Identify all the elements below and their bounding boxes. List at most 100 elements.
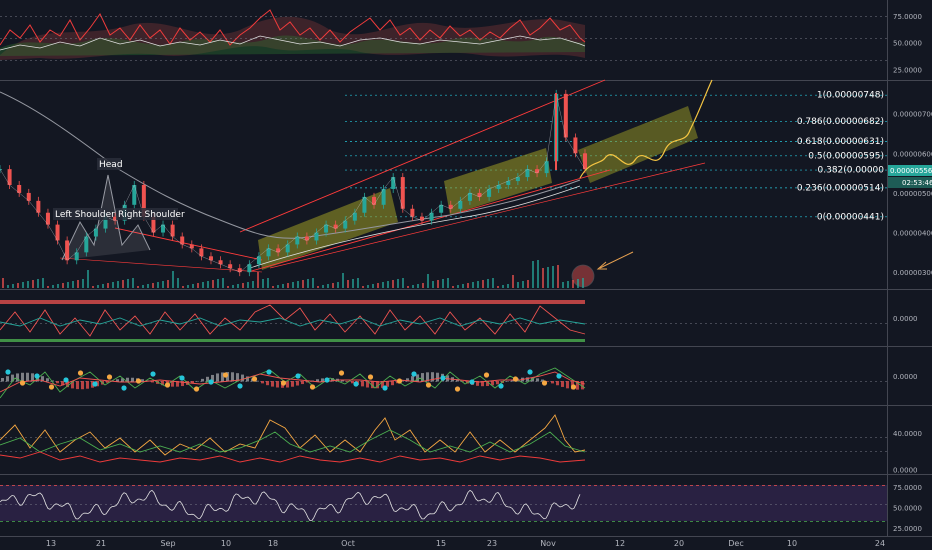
volume-bar	[217, 279, 219, 288]
macd-cross-dot	[34, 373, 40, 379]
volume-bar	[112, 282, 114, 288]
macd-cross-dot	[309, 384, 316, 390]
y-tick-label: 25.0000	[893, 66, 922, 74]
volume-bar	[67, 282, 69, 288]
volume-bar	[387, 281, 389, 288]
volume-bar	[212, 280, 214, 288]
volume-bar	[402, 278, 404, 288]
volume-bar	[377, 283, 379, 288]
trading-chart[interactable]: 1(0.00000748) 0.786(0.00000682) 0.618(0.00…	[0, 0, 932, 550]
volume-bar	[477, 281, 479, 288]
x-tick-label: 20	[674, 539, 684, 548]
volume-bar	[302, 280, 304, 288]
y-tick-label: 0.00000500	[893, 190, 932, 198]
volume-bar	[497, 286, 499, 288]
x-tick-label: 18	[268, 539, 278, 548]
volume-bar	[282, 284, 284, 288]
volume-bar	[362, 286, 364, 288]
macd-hist-bar	[361, 381, 364, 387]
volume-bar	[272, 286, 274, 288]
volume-bar	[107, 283, 109, 288]
x-tick-label: 15	[436, 539, 446, 548]
volume-bar	[382, 282, 384, 288]
x-tick-label: 24	[875, 539, 885, 548]
macd-hist-bar	[321, 378, 324, 382]
macd-cross-dot	[164, 382, 171, 388]
panel-rsi	[0, 485, 887, 522]
volume-bar	[512, 275, 514, 288]
macd-cross-dot	[92, 381, 98, 387]
volume-bar	[407, 286, 409, 288]
volume-bar	[132, 278, 134, 288]
macd-hist-bar	[291, 381, 294, 387]
x-tick-label: 12	[615, 539, 625, 548]
macd-hist-bar	[496, 381, 499, 385]
macd-cross-dot	[222, 372, 229, 378]
macd-cross-dot	[440, 375, 446, 381]
volume-bar	[27, 281, 29, 288]
volume-bar	[127, 279, 129, 288]
volume-bar	[142, 285, 144, 288]
macd-hist-bar	[116, 379, 119, 382]
volume-bar	[452, 286, 454, 288]
volume-bar	[222, 278, 224, 288]
macd-cross-dot	[208, 379, 214, 385]
volume-bar	[62, 283, 64, 288]
macd-hist-bar	[46, 378, 49, 382]
macd-hist-bar	[1, 378, 4, 382]
volume-bar	[462, 284, 464, 288]
macd-hist-bar	[271, 381, 274, 387]
volume-bar	[12, 284, 14, 288]
macd-hist-bar	[141, 379, 144, 382]
macd-cross-dot	[454, 386, 461, 392]
macd-cross-dot	[121, 385, 127, 391]
fib-level-label: 0.618(0.00000631)	[797, 137, 884, 147]
macd-hist-bar	[276, 381, 279, 388]
x-tick-label: 21	[96, 539, 106, 548]
volume-bar	[412, 285, 414, 288]
macd-hist-bar	[81, 381, 84, 390]
y-tick-label: 75.0000	[893, 13, 922, 21]
macd-hist-bar	[296, 381, 299, 386]
volume-bar	[337, 282, 339, 288]
volume-bar	[202, 282, 204, 288]
macd-hist-bar	[201, 378, 204, 382]
volume-bar	[37, 279, 39, 288]
volume-bar	[192, 284, 194, 288]
macd-hist-bar	[286, 381, 289, 388]
volume-bar	[567, 281, 569, 288]
volume-bar	[197, 283, 199, 288]
macd-cross-dot	[396, 378, 403, 384]
volume-bar	[167, 280, 169, 288]
volume-bar	[262, 279, 264, 288]
x-tick-label: 10	[221, 539, 231, 548]
fib-level-label: 0.382(0.00000	[818, 166, 885, 176]
volume-bar	[232, 285, 234, 288]
macd-hist-bar	[351, 381, 354, 384]
volume-bar	[177, 278, 179, 288]
volume-bar	[347, 280, 349, 288]
volume-bar	[312, 278, 314, 288]
volume-bar	[77, 280, 79, 288]
x-tick-label: Dec	[728, 539, 743, 548]
macd-hist-bar	[21, 372, 24, 382]
volume-bar	[147, 284, 149, 288]
macd-hist-bar	[76, 381, 79, 390]
macd-cross-dot	[266, 369, 272, 375]
macd-cross-dot	[556, 373, 562, 379]
macd-cross-dot	[280, 380, 287, 386]
macd-hist-bar	[256, 380, 259, 382]
macd-hist-bar	[551, 381, 554, 384]
volume-bar	[472, 282, 474, 288]
macd-hist-bar	[506, 380, 509, 382]
volume-bar	[207, 281, 209, 288]
volume-bar	[537, 260, 539, 288]
volume-bar	[357, 278, 359, 288]
volume-bar	[372, 284, 374, 288]
volume-bar	[162, 281, 164, 288]
volume-bar	[487, 279, 489, 288]
macd-cross-dot	[237, 383, 243, 389]
volume-bar	[532, 261, 534, 288]
volume-bar	[117, 281, 119, 288]
macd-hist-bar	[6, 376, 9, 382]
